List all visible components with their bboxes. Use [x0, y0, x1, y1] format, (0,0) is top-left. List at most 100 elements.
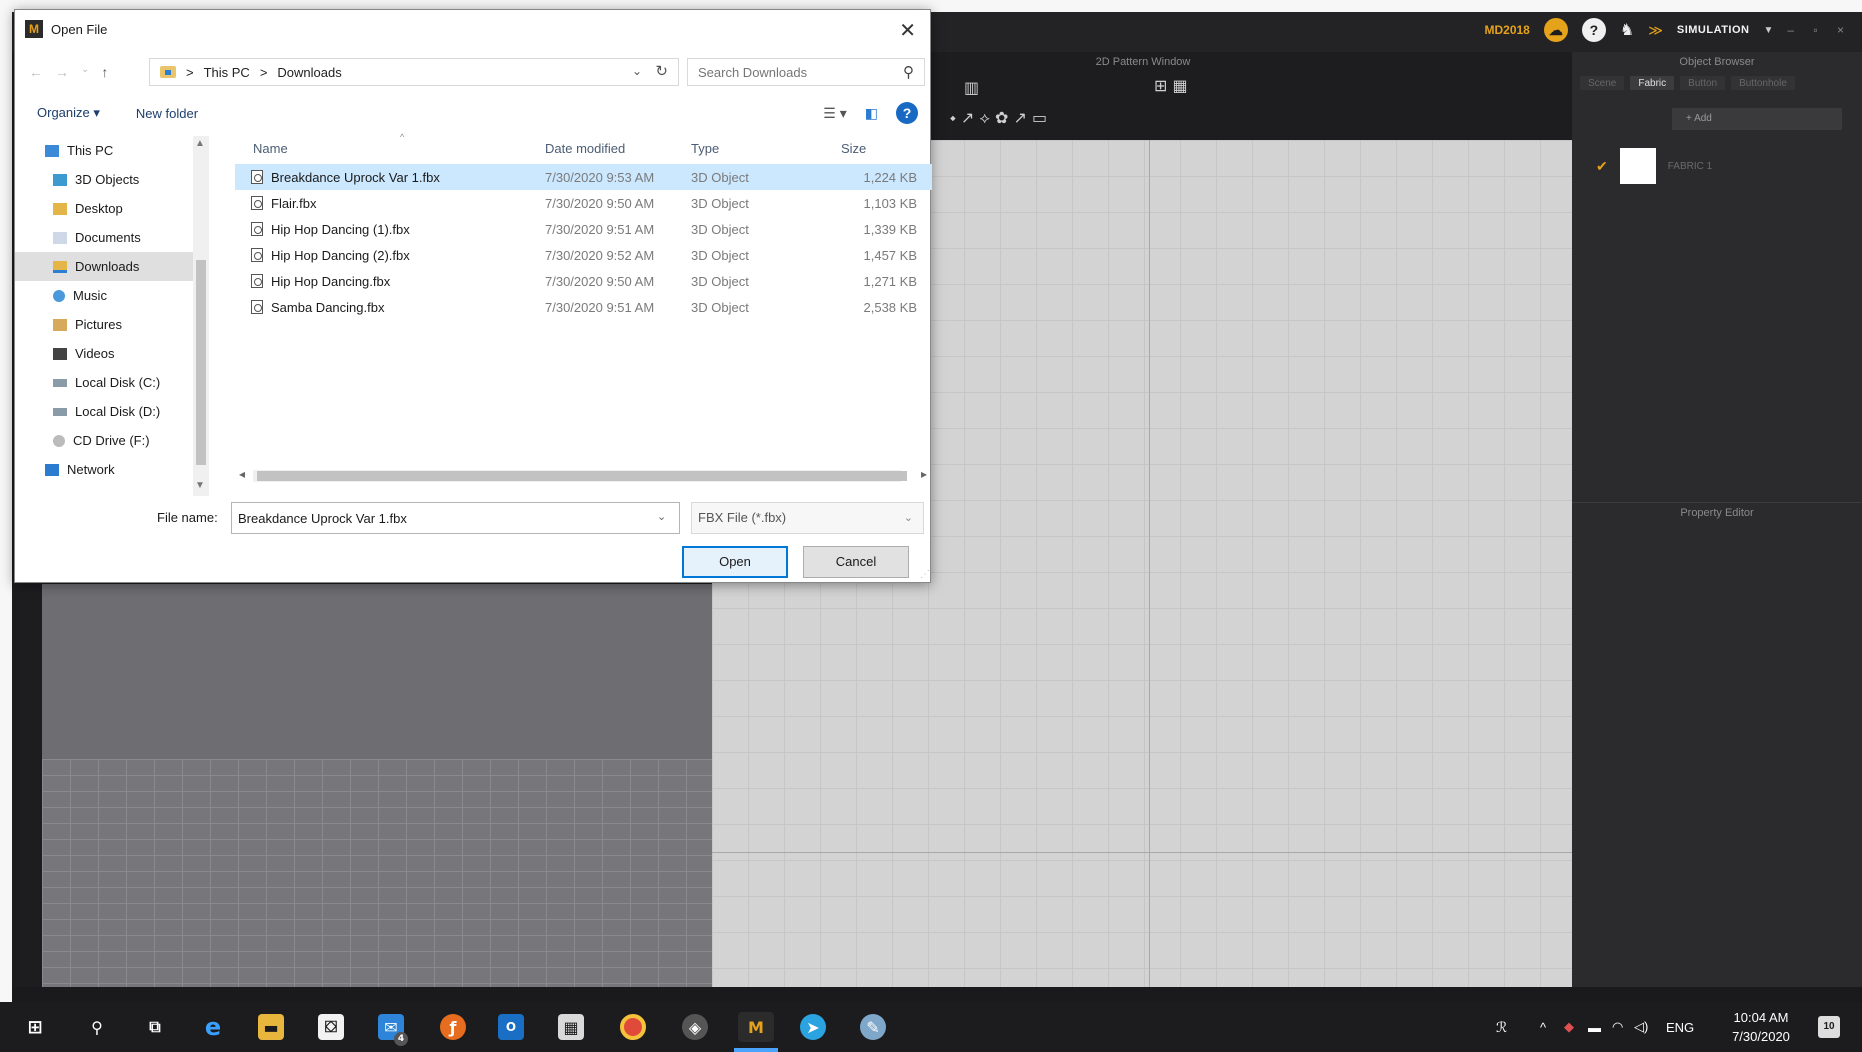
sidebar-item-local-disk-c[interactable]: Local Disk (C:)	[15, 368, 195, 397]
file-name-field[interactable]	[231, 502, 680, 534]
task-view-icon[interactable]: ⧉	[142, 1014, 168, 1040]
pattern-tool-row-icon[interactable]: ⬩ ↗ ⟡ ✿ ↗ ▭	[950, 108, 1047, 128]
marvelous-designer-icon[interactable]: M	[738, 1012, 774, 1042]
cube-app-icon[interactable]: ◈	[682, 1014, 708, 1040]
navigation-scrollbar[interactable]: ▲ ▼	[193, 136, 209, 496]
sidebar-item-downloads[interactable]: Downloads	[15, 252, 195, 281]
preview-pane-icon[interactable]: ◧	[865, 105, 878, 122]
file-size-cell: 1,103 KB	[863, 195, 918, 211]
cancel-button[interactable]: Cancel	[803, 546, 909, 578]
search-icon[interactable]: ⚲	[84, 1014, 110, 1040]
search-input[interactable]	[688, 59, 888, 85]
column-header-size[interactable]: Size	[827, 141, 917, 156]
file-type-cell: 3D Object	[691, 299, 749, 315]
volume-icon[interactable]: ◁)	[1634, 1002, 1648, 1052]
sidebar-item-music[interactable]: Music	[15, 281, 195, 310]
tab-buttonhole[interactable]: Buttonhole	[1731, 76, 1795, 90]
horizontal-scrollbar[interactable]: ◂ ▸	[235, 466, 932, 486]
sidebar-item-cd-drive[interactable]: CD Drive (F:)	[15, 426, 195, 455]
sidebar-item-pictures[interactable]: Pictures	[15, 310, 195, 339]
file-row[interactable]: Samba Dancing.fbx 7/30/2020 9:51 AM 3D Obj…	[235, 294, 932, 320]
file-name-cell: Hip Hop Dancing (2).fbx	[235, 248, 545, 263]
tab-scene[interactable]: Scene	[1580, 76, 1625, 90]
firefox-icon[interactable]: ƒ	[440, 1014, 466, 1040]
clock-date: 7/30/2020	[1732, 1029, 1790, 1044]
sidebar-item-3d-objects[interactable]: 3D Objects	[15, 165, 195, 194]
notification-center-icon[interactable]: 10	[1818, 1016, 1840, 1038]
help-icon[interactable]: ?	[896, 102, 918, 124]
file-row[interactable]: Hip Hop Dancing (1).fbx 7/30/2020 9:51 AM…	[235, 216, 932, 242]
help-icon[interactable]: ?	[1581, 18, 1606, 42]
pattern-axis-vertical	[1149, 140, 1150, 987]
file-explorer-icon[interactable]: ▬	[258, 1014, 284, 1040]
mode-chevron-icon: ≫	[1648, 21, 1663, 38]
tray-app-icon[interactable]: ◆	[1564, 1002, 1574, 1052]
file-type-select[interactable]: FBX File (*.fbx) ⌄	[691, 502, 924, 534]
column-header-date[interactable]: Date modified	[545, 141, 691, 156]
avatar-icon[interactable]: ♞	[1620, 20, 1634, 40]
mode-selector[interactable]: SIMULATION	[1677, 24, 1750, 36]
mode-dropdown-icon[interactable]: ▼	[1763, 25, 1773, 36]
scroll-thumb[interactable]	[196, 260, 206, 465]
people-icon[interactable]: ℛ	[1496, 1002, 1507, 1052]
wifi-icon[interactable]: ◠	[1612, 1002, 1623, 1052]
recent-chevron-icon[interactable]: ⌄	[81, 64, 89, 80]
file-rows: Breakdance Uprock Var 1.fbx 7/30/2020 9:5…	[235, 164, 932, 320]
chevron-down-icon[interactable]: ⌄	[632, 64, 642, 78]
taskbar-clock[interactable]: 10:04 AM 7/30/2020	[1716, 1008, 1806, 1046]
paint-app-icon[interactable]: ✎	[860, 1014, 886, 1040]
up-arrow-icon[interactable]: ↑	[101, 64, 108, 80]
close-icon[interactable]: ✕	[899, 18, 916, 43]
file-row[interactable]: Flair.fbx 7/30/2020 9:50 AM 3D Object 1,103…	[235, 190, 932, 216]
file-row[interactable]: Hip Hop Dancing (2).fbx 7/30/2020 9:52 AM…	[235, 242, 932, 268]
pattern-tool-bars-icon[interactable]: ▥	[964, 78, 979, 97]
sidebar-item-local-disk-d[interactable]: Local Disk (D:)	[15, 397, 195, 426]
tray-chevron-icon[interactable]: ^	[1540, 1002, 1546, 1052]
telegram-icon[interactable]: ➤	[800, 1014, 826, 1040]
resize-grip-icon[interactable]: ⋰	[920, 569, 930, 580]
outlook-icon[interactable]: O	[498, 1014, 524, 1040]
scroll-down-icon[interactable]: ▼	[195, 480, 205, 491]
sidebar-item-network[interactable]: Network	[15, 455, 195, 484]
breadcrumb-downloads[interactable]: Downloads	[277, 65, 341, 80]
new-folder-button[interactable]: New folder	[136, 106, 198, 121]
file-row[interactable]: Hip Hop Dancing.fbx 7/30/2020 9:50 AM 3D O…	[235, 268, 932, 294]
file-row[interactable]: Breakdance Uprock Var 1.fbx 7/30/2020 9:5…	[235, 164, 932, 190]
battery-icon[interactable]: ▬	[1588, 1002, 1601, 1052]
back-arrow-icon[interactable]: ←	[29, 64, 43, 80]
open-button[interactable]: Open	[682, 546, 788, 578]
column-header-type[interactable]: Type	[691, 141, 827, 156]
sidebar-item-this-pc[interactable]: This PC	[15, 136, 195, 165]
sidebar-item-desktop[interactable]: Desktop	[15, 194, 195, 223]
chrome-icon[interactable]	[620, 1014, 646, 1040]
property-editor-title: Property Editor	[1680, 507, 1754, 519]
scroll-thumb[interactable]	[257, 471, 907, 481]
store-icon[interactable]: ⛋	[318, 1014, 344, 1040]
sidebar-item-videos[interactable]: Videos	[15, 339, 195, 368]
column-header-name[interactable]: Name	[235, 141, 545, 156]
view-options-icon[interactable]: ☰ ▾	[823, 105, 846, 122]
calculator-icon[interactable]: ▦	[558, 1014, 584, 1040]
grid-tool-icon[interactable]: ⊞ ▦	[1154, 76, 1188, 95]
tab-fabric[interactable]: Fabric	[1630, 76, 1675, 90]
scroll-up-icon[interactable]: ▲	[195, 138, 205, 149]
forward-arrow-icon[interactable]: →	[55, 64, 69, 80]
app-window-controls[interactable]: – ▫ ×	[1787, 23, 1852, 37]
3d-garment-viewport[interactable]	[42, 584, 717, 987]
edge-icon[interactable]: e	[200, 1013, 226, 1041]
organize-button[interactable]: Organize ▾	[37, 105, 100, 121]
cloud-icon[interactable]: ☁	[1543, 18, 1568, 42]
address-bar[interactable]: > This PC > Downloads ⌄ ↻	[149, 58, 679, 86]
scroll-left-icon[interactable]: ◂	[239, 467, 245, 481]
tab-button[interactable]: Button	[1680, 76, 1726, 90]
fabric-list-item[interactable]: ✔ FABRIC 1	[1596, 148, 1862, 184]
sidebar-item-documents[interactable]: Documents	[15, 223, 195, 252]
windows-start-icon[interactable]: ⊞	[22, 1014, 48, 1040]
add-fabric-button[interactable]: + Add	[1672, 108, 1842, 130]
refresh-icon[interactable]: ↻	[655, 62, 668, 80]
language-indicator[interactable]: ENG	[1666, 1002, 1694, 1052]
breadcrumb-this-pc[interactable]: This PC	[204, 65, 250, 80]
chevron-down-icon[interactable]: ⌄	[657, 510, 666, 523]
search-icon[interactable]: ⚲	[903, 63, 914, 81]
scroll-right-icon[interactable]: ▸	[921, 467, 927, 481]
